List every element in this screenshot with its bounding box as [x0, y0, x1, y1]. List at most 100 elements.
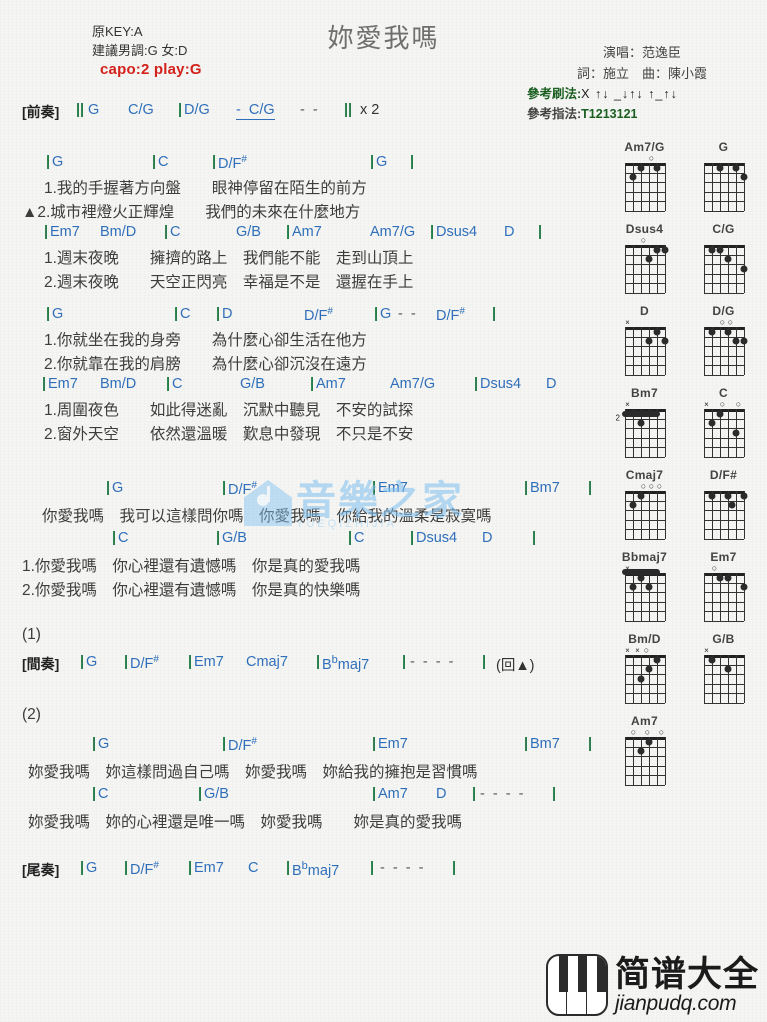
lyric-text: 2.週末夜晚 天空正閃亮 幸福是不是 還握在手上 — [44, 274, 414, 291]
chord-symbol: Dsus4 — [480, 376, 522, 392]
barline: | — [474, 376, 479, 392]
chord-symbol: Em7 — [50, 224, 80, 240]
chord-symbol: Bbmaj7 — [322, 654, 370, 673]
muted-string-marker: × — [625, 400, 630, 409]
beat-dashes: - - - - — [380, 860, 424, 876]
open-string-marker: ○ — [648, 481, 655, 491]
chord-symbol: D/F# — [130, 860, 159, 878]
barre-marker — [621, 410, 660, 417]
chord-diagram-name: G — [718, 140, 729, 154]
chord-diagram-name: Bm7 — [631, 386, 658, 400]
finger-dot — [728, 501, 735, 509]
finger-dot — [637, 492, 644, 500]
chord-symbol: C — [118, 530, 129, 546]
barline: | — [492, 306, 497, 322]
barline: | — [46, 306, 51, 322]
chord-symbol: Em7 — [194, 654, 224, 670]
finger-dot — [629, 173, 636, 181]
chord-symbol: Bm7 — [530, 480, 560, 496]
lyric-text: 1.你愛我嗎 你心裡還有遺憾嗎 你是真的愛我嗎 — [22, 558, 361, 575]
piano-keys-icon — [545, 954, 608, 1016]
chord-symbol: D — [482, 530, 493, 546]
string-markers: × — [618, 400, 672, 409]
lyric-text: ▲2.城市裡燈火正輝煌 我們的未來在什麼地方 — [22, 204, 361, 221]
finger-dot — [653, 246, 660, 254]
fretboard — [618, 163, 672, 215]
barline: | — [124, 654, 129, 670]
barline: | — [374, 306, 379, 322]
chord-symbol: C — [248, 860, 259, 876]
chord-symbol: Cmaj7 — [246, 654, 288, 670]
open-string-marker: ○ — [735, 399, 742, 409]
barline: | — [106, 480, 111, 496]
chord-diagram: D/F# — [684, 468, 763, 543]
chord-symbol: G/B — [222, 530, 247, 546]
barline: | — [524, 736, 529, 752]
chord-diagram: Em7 ○ — [684, 550, 763, 625]
muted-string-marker: × — [704, 400, 709, 409]
finger-dot — [645, 583, 652, 591]
singer-credit: 演唱：范逸臣 — [602, 45, 681, 60]
chord-symbol: Am7 — [316, 376, 346, 392]
site-logo: 简谱大全 jianpudq.com — [545, 954, 759, 1016]
finger-dot — [629, 583, 636, 591]
chord-symbol: Em7 — [48, 376, 78, 392]
chord-symbol: Am7/G — [390, 376, 436, 392]
finger-dot — [653, 328, 660, 336]
barline: | — [410, 530, 415, 546]
barline: | — [532, 530, 537, 546]
chord-symbol: C — [98, 786, 109, 802]
barline: | — [482, 654, 487, 670]
chord-symbol: G/B — [204, 786, 229, 802]
lyric-text: 1.我的手握著方向盤 眼神停留在陌生的前方 — [44, 180, 367, 197]
muted-string-marker: × — [704, 646, 709, 655]
chord-symbol: G — [380, 306, 392, 322]
finger-dot — [653, 656, 660, 664]
finger-dot — [708, 419, 715, 427]
fretboard — [697, 409, 751, 461]
barline: | — [430, 224, 435, 240]
chord-diagram-name: D — [640, 304, 649, 318]
chord-symbol: Dsus4 — [416, 530, 458, 546]
barline: | — [44, 224, 49, 240]
chord-diagram-name: Dsus4 — [625, 222, 664, 236]
fretboard — [618, 491, 672, 543]
chord-diagram: Cmaj7 ○ ○ ○ — [605, 468, 684, 543]
lyric-text: 1.你就坐在我的身旁 為什麼心卻生活在他方 — [44, 332, 367, 349]
fretboard — [618, 569, 672, 625]
fretboard — [618, 655, 672, 707]
finger-dot — [637, 747, 644, 755]
string-markers — [697, 154, 751, 163]
chord-symbol: G/B — [240, 376, 265, 392]
barline: | — [216, 530, 221, 546]
fretboard — [697, 327, 751, 379]
open-string-marker: ○ — [719, 399, 726, 409]
string-markers: ○ — [697, 564, 751, 573]
finger-dot — [661, 246, 668, 254]
logo-name-cn: 简谱大全 — [614, 954, 759, 994]
barline: | — [164, 224, 169, 240]
barline: | — [174, 306, 179, 322]
barline: | — [588, 736, 593, 752]
chord-symbol: G — [376, 154, 388, 170]
finger-dot — [724, 665, 731, 673]
chord-symbol: Dsus4 — [436, 224, 478, 240]
chord-symbol: D — [504, 224, 515, 240]
muted-string-marker: × — [625, 646, 630, 655]
open-string-marker: ○ — [643, 645, 650, 655]
fretboard — [618, 737, 672, 789]
chord-diagram-name: C — [719, 386, 728, 400]
chord-symbol: Em7 — [378, 736, 408, 752]
barline: | — [402, 654, 407, 670]
finger-dot — [637, 419, 644, 427]
barline: | — [46, 154, 51, 170]
lyric-text: 2.你就靠在我的肩膀 為什麼心卻沉沒在遠方 — [44, 356, 367, 373]
string-markers: ○ ○ ○ — [618, 482, 672, 491]
barline: | — [310, 376, 315, 392]
chord-sheet: 原KEY:A 建議男調:G 女:D capo:2 play:G 妳愛我嗎 演唱：… — [0, 0, 767, 1022]
chord-symbol: Bm/D — [100, 376, 137, 392]
lyric-row: (2) — [0, 706, 610, 734]
finger-dot — [637, 574, 644, 582]
finger-dot — [716, 410, 723, 418]
chord-symbol: G — [98, 736, 110, 752]
